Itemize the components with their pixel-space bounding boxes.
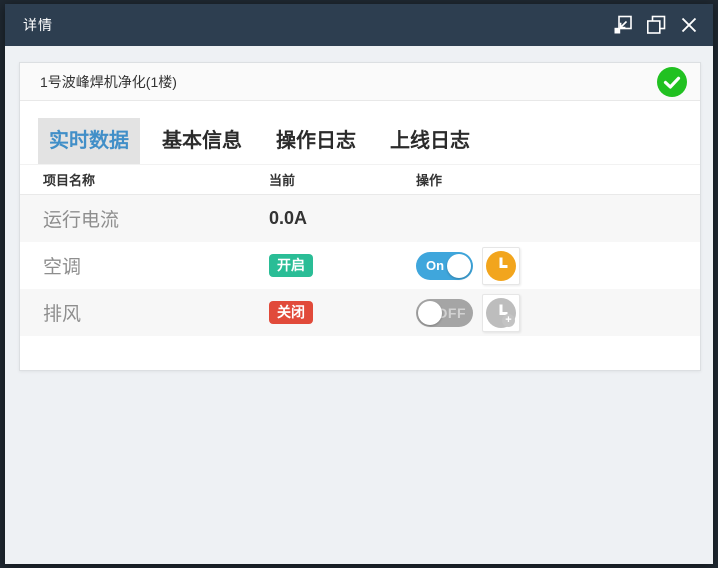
exhaust-power-toggle[interactable]: OFF bbox=[416, 299, 473, 327]
device-name: 1号波峰焊机净化(1楼) bbox=[40, 72, 177, 92]
table-row-current: 运行电流 0.0A bbox=[20, 195, 700, 242]
row-label: 排风 bbox=[43, 299, 269, 326]
toggle-label: On bbox=[426, 252, 444, 280]
col-header-name: 项目名称 bbox=[43, 170, 269, 189]
ac-power-toggle[interactable]: On bbox=[416, 252, 473, 280]
device-header: 1号波峰焊机净化(1楼) bbox=[20, 63, 700, 101]
toggle-knob bbox=[447, 254, 471, 278]
row-label: 运行电流 bbox=[43, 205, 269, 232]
table-row-ac: 空调 开启 On bbox=[20, 242, 700, 289]
close-icon[interactable] bbox=[678, 14, 700, 36]
status-badge-off: 关闭 bbox=[269, 301, 313, 324]
tab-realtime-data[interactable]: 实时数据 bbox=[38, 118, 140, 164]
tab-operation-log[interactable]: 操作日志 bbox=[264, 118, 368, 164]
table-header-row: 项目名称 当前 操作 bbox=[20, 164, 700, 195]
ac-timer-button[interactable] bbox=[482, 247, 520, 285]
modal-body: 1号波峰焊机净化(1楼) 实时数据 基本信息 操作日志 上线日志 项目名称 当前… bbox=[5, 46, 713, 564]
tab-online-log[interactable]: 上线日志 bbox=[378, 118, 482, 164]
online-status-icon bbox=[657, 67, 687, 97]
toggle-knob bbox=[418, 301, 442, 325]
clock-add-icon: + bbox=[486, 298, 516, 328]
restore-window-icon[interactable] bbox=[612, 14, 634, 36]
maximize-window-icon[interactable] bbox=[645, 14, 667, 36]
details-modal: 详情 bbox=[5, 4, 713, 564]
exhaust-timer-button[interactable]: + bbox=[482, 294, 520, 332]
modal-titlebar: 详情 bbox=[5, 4, 713, 46]
modal-title: 详情 bbox=[23, 15, 53, 35]
tab-basic-info[interactable]: 基本信息 bbox=[150, 118, 254, 164]
plus-icon: + bbox=[502, 314, 515, 327]
col-header-current: 当前 bbox=[269, 170, 416, 189]
row-label: 空调 bbox=[43, 252, 269, 279]
table-row-exhaust: 排风 关闭 OFF + bbox=[20, 289, 700, 336]
row-value: 0.0A bbox=[269, 208, 416, 229]
clock-icon bbox=[486, 251, 516, 281]
tab-bar: 实时数据 基本信息 操作日志 上线日志 bbox=[38, 118, 700, 164]
device-panel: 1号波峰焊机净化(1楼) 实时数据 基本信息 操作日志 上线日志 项目名称 当前… bbox=[19, 62, 701, 371]
titlebar-icons bbox=[612, 14, 700, 36]
status-badge-on: 开启 bbox=[269, 254, 313, 277]
col-header-action: 操作 bbox=[416, 170, 700, 189]
